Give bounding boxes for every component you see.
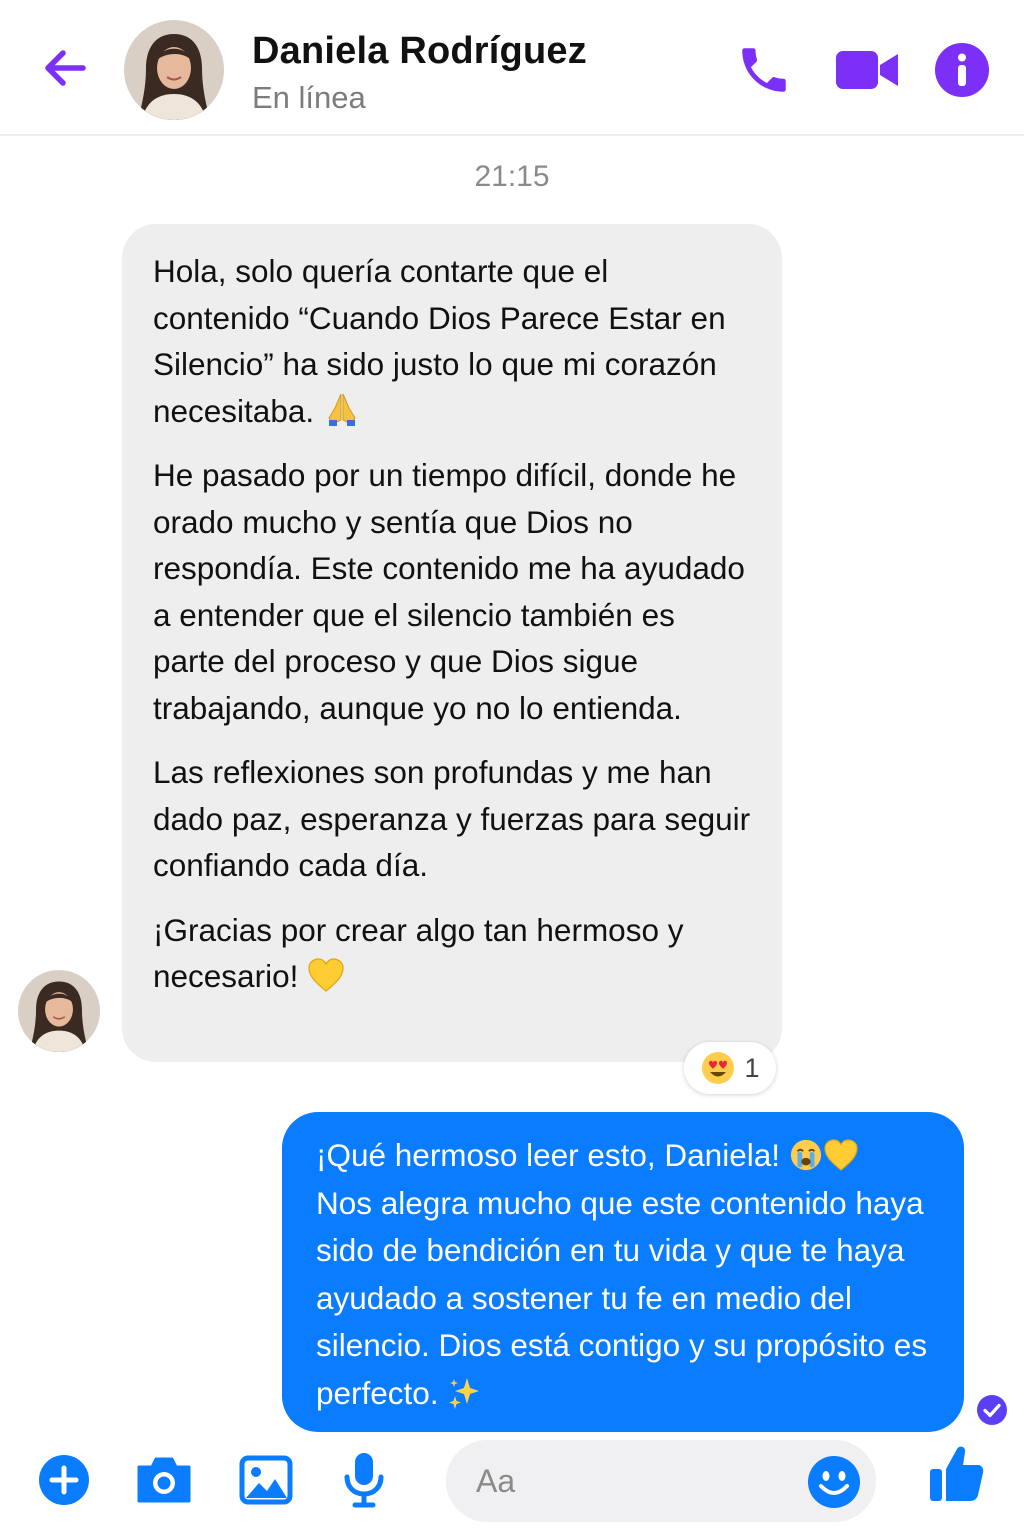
yellow-heart-emoji-icon xyxy=(824,1139,858,1171)
reaction-count: 1 xyxy=(744,1052,760,1083)
sparkles-emoji-icon xyxy=(449,1377,480,1409)
voice-call-button[interactable] xyxy=(734,40,794,100)
message-paragraph: ¡Qué hermoso leer esto, Daniela! xyxy=(316,1132,940,1180)
contact-name[interactable]: Daniela Rodríguez xyxy=(252,28,587,74)
message-composer xyxy=(0,1436,1024,1536)
microphone-icon xyxy=(344,1453,384,1508)
gallery-button[interactable] xyxy=(234,1448,298,1512)
conversation-info-button[interactable] xyxy=(932,40,992,100)
message-paragraph: Las reflexiones son profundas y me han d… xyxy=(153,754,751,883)
video-call-button[interactable] xyxy=(832,40,902,100)
arrow-left-icon xyxy=(45,50,86,86)
heart-eyes-emoji-icon xyxy=(702,1052,735,1084)
image-icon xyxy=(239,1455,293,1505)
message-reaction[interactable]: 1 xyxy=(684,1042,776,1094)
message-paragraph: Nos alegra mucho que este contenido haya… xyxy=(316,1184,928,1411)
thumbs-up-icon xyxy=(930,1446,984,1501)
back-button[interactable] xyxy=(36,40,92,96)
seen-check-icon xyxy=(977,1395,1007,1425)
chat-header: Daniela Rodríguez En línea xyxy=(0,0,1024,136)
emoji-picker-button[interactable] xyxy=(806,1454,862,1510)
folded-hands-emoji-icon xyxy=(328,393,356,426)
message-paragraph: ¡Gracias por crear algo tan hermoso y ne… xyxy=(153,911,684,995)
info-icon xyxy=(935,43,989,97)
message-timestamp: 21:15 xyxy=(474,160,550,193)
camera-button[interactable] xyxy=(132,1448,196,1512)
presence-status: En línea xyxy=(252,80,366,115)
like-button[interactable] xyxy=(924,1442,988,1506)
phone-icon xyxy=(742,48,786,92)
yellow-heart-emoji-icon xyxy=(308,958,344,992)
camera-icon xyxy=(137,1457,191,1503)
incoming-message-bubble[interactable]: Hola, solo quería contarte que el conten… xyxy=(122,224,782,1062)
crying-face-emoji-icon xyxy=(790,1139,821,1171)
smiley-icon xyxy=(808,1456,860,1508)
more-actions-button[interactable] xyxy=(32,1448,96,1512)
outgoing-message-bubble[interactable]: ¡Qué hermoso leer esto, Daniela! Nos ale… xyxy=(282,1112,964,1432)
avatar[interactable] xyxy=(124,20,224,120)
message-paragraph: He pasado por un tiempo difícil, donde h… xyxy=(153,457,745,726)
sender-avatar[interactable] xyxy=(18,970,100,1052)
voice-message-button[interactable] xyxy=(332,1448,396,1512)
video-camera-icon xyxy=(836,51,898,89)
message-paragraph: Hola, solo quería contarte que el conten… xyxy=(153,253,726,429)
plus-circle-icon xyxy=(39,1455,89,1505)
